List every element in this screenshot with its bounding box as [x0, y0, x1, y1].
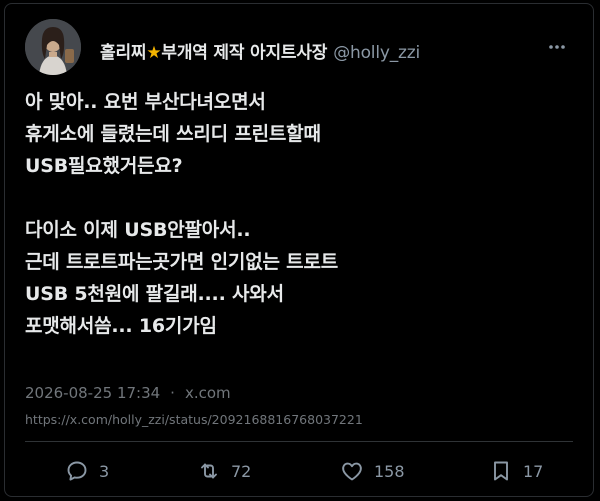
heart-icon [340, 459, 364, 483]
reply-icon [65, 459, 89, 483]
meta-separator: · [170, 384, 175, 402]
reply-count: 3 [99, 461, 110, 481]
source-site[interactable]: x.com [185, 384, 231, 402]
status-url[interactable]: https://x.com/holly_zzi/status/209216881… [25, 412, 363, 427]
display-name: 홀리찌 [100, 43, 147, 63]
display-name-suffix: 부개역 제작 아지트사장 [161, 43, 328, 63]
retweet-button[interactable]: 72 [197, 459, 251, 483]
tweet-header: 홀리찌★부개역 제작 아지트사장 @holly_zzi [25, 19, 573, 77]
bookmark-count: 17 [523, 461, 544, 481]
star-icon: ★ [146, 43, 162, 63]
tweet-meta: 2026-08-25 17:34 · x.com [25, 384, 231, 402]
retweet-icon [197, 459, 221, 483]
avatar-image [25, 19, 81, 75]
action-bar: 3 72 158 17 [5, 459, 593, 489]
tweet-card: 홀리찌★부개역 제작 아지트사장 @holly_zzi 아 맞아.. 요번 부산다… [4, 3, 594, 497]
retweet-count: 72 [231, 461, 252, 481]
user-handle[interactable]: @holly_zzi [333, 43, 420, 63]
divider [25, 441, 573, 442]
tweet-body: 아 맞아.. 요번 부산다녀오면서 휴게소에 들렸는데 쓰리디 프린트할때 US… [25, 91, 339, 337]
reply-button[interactable]: 3 [65, 459, 109, 483]
more-icon[interactable] [547, 37, 567, 57]
avatar[interactable] [25, 19, 81, 75]
display-name-line[interactable]: 홀리찌★부개역 제작 아지트사장 @holly_zzi [100, 38, 420, 63]
like-count: 158 [374, 461, 405, 481]
bookmark-button[interactable]: 17 [489, 459, 543, 483]
timestamp[interactable]: 2026-08-25 17:34 [25, 384, 160, 402]
bookmark-icon [489, 459, 513, 483]
like-button[interactable]: 158 [340, 459, 405, 483]
